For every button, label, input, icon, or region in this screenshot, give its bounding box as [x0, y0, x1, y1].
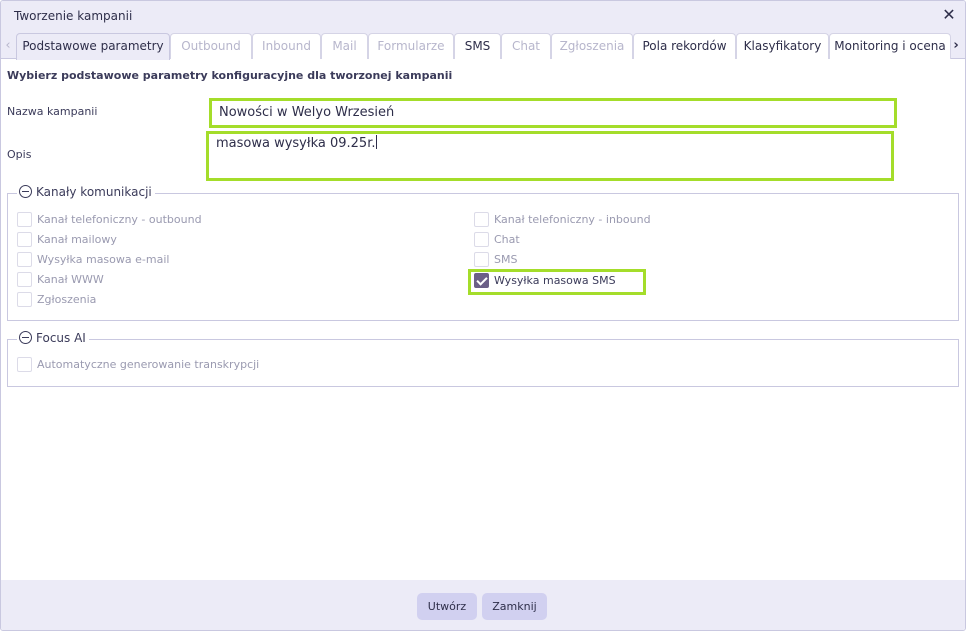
checkbox-box[interactable]: [17, 212, 32, 227]
checkbox-box[interactable]: [17, 232, 32, 247]
checkbox-label: Chat: [494, 233, 520, 246]
checkbox-label: Kanał mailowy: [37, 233, 117, 246]
tab-zgloszenia[interactable]: Zgłoszenia: [551, 33, 633, 59]
description-label: Opis: [7, 148, 32, 161]
tab-klasyfikatory[interactable]: Klasyfikatory: [736, 33, 829, 59]
create-button[interactable]: Utwórz: [417, 593, 477, 620]
scroll-right-icon[interactable]: ›: [949, 34, 963, 58]
tab-monitoring-i-ocena[interactable]: Monitoring i ocena: [829, 33, 951, 59]
channels-legend-label: Kanały komunikacji: [36, 185, 152, 199]
close-button[interactable]: Zamknij: [482, 593, 547, 620]
scroll-left-icon[interactable]: ‹: [1, 34, 15, 58]
campaign-name-input[interactable]: Nowości w Welyo Wrzesień: [209, 98, 897, 128]
checkbox-box[interactable]: [17, 272, 32, 287]
checkbox-box[interactable]: [17, 252, 32, 267]
checkbox-box-checked[interactable]: [474, 273, 489, 288]
collapse-minus-icon[interactable]: [19, 185, 32, 198]
dialog-titlebar: Tworzenie kampanii ✕: [1, 1, 965, 31]
dialog-footer: Utwórz Zamknij: [1, 580, 965, 630]
description-value: masowa wysyłka 09.25r.: [216, 136, 376, 151]
form-heading: Wybierz podstawowe parametry konfiguracy…: [7, 69, 453, 82]
checkbox-box[interactable]: [17, 292, 32, 307]
checkbox-label: Kanał telefoniczny - inbound: [494, 213, 651, 226]
checkbox-label: Wysyłka masowa e-mail: [37, 253, 170, 266]
tab-pola-rekordow[interactable]: Pola rekordów: [633, 33, 736, 59]
checkbox-label: Zgłoszenia: [37, 293, 97, 306]
dialog-title: Tworzenie kampanii: [14, 9, 133, 23]
checkbox-label: SMS: [494, 253, 518, 266]
checkbox-label: Kanał WWW: [37, 273, 104, 286]
tab-strip: ‹ Podstawowe parametry Outbound Inbound …: [1, 31, 965, 60]
tab-outbound[interactable]: Outbound: [170, 33, 252, 59]
campaign-name-value: Nowości w Welyo Wrzesień: [219, 105, 395, 120]
text-caret: [376, 135, 378, 149]
close-icon[interactable]: ✕: [939, 4, 959, 26]
tab-mail[interactable]: Mail: [321, 33, 368, 59]
tab-inbound[interactable]: Inbound: [252, 33, 321, 59]
checkbox-label: Wysyłka masowa SMS: [494, 274, 616, 287]
checkbox-label: Kanał telefoniczny - outbound: [37, 213, 202, 226]
tab-chat[interactable]: Chat: [501, 33, 551, 59]
campaign-name-label: Nazwa kampanii: [7, 105, 98, 118]
checkbox-label: Automatyczne generowanie transkrypcji: [37, 358, 260, 371]
focus-ai-legend[interactable]: Focus AI: [17, 331, 89, 345]
channels-legend[interactable]: Kanały komunikacji: [17, 185, 155, 199]
checkbox-box[interactable]: [474, 212, 489, 227]
collapse-minus-icon[interactable]: [19, 331, 32, 344]
checkbox-box[interactable]: [17, 357, 32, 372]
checkbox-box[interactable]: [474, 252, 489, 267]
description-textarea[interactable]: masowa wysyłka 09.25r.: [206, 131, 894, 181]
create-campaign-dialog: Tworzenie kampanii ✕ ‹ Podstawowe parame…: [0, 0, 966, 631]
tab-formularze[interactable]: Formularze: [368, 33, 454, 59]
tab-sms[interactable]: SMS: [454, 33, 501, 59]
checkbox-box[interactable]: [474, 232, 489, 247]
tab-podstawowe-parametry[interactable]: Podstawowe parametry: [16, 33, 170, 60]
focus-ai-legend-label: Focus AI: [36, 331, 86, 345]
